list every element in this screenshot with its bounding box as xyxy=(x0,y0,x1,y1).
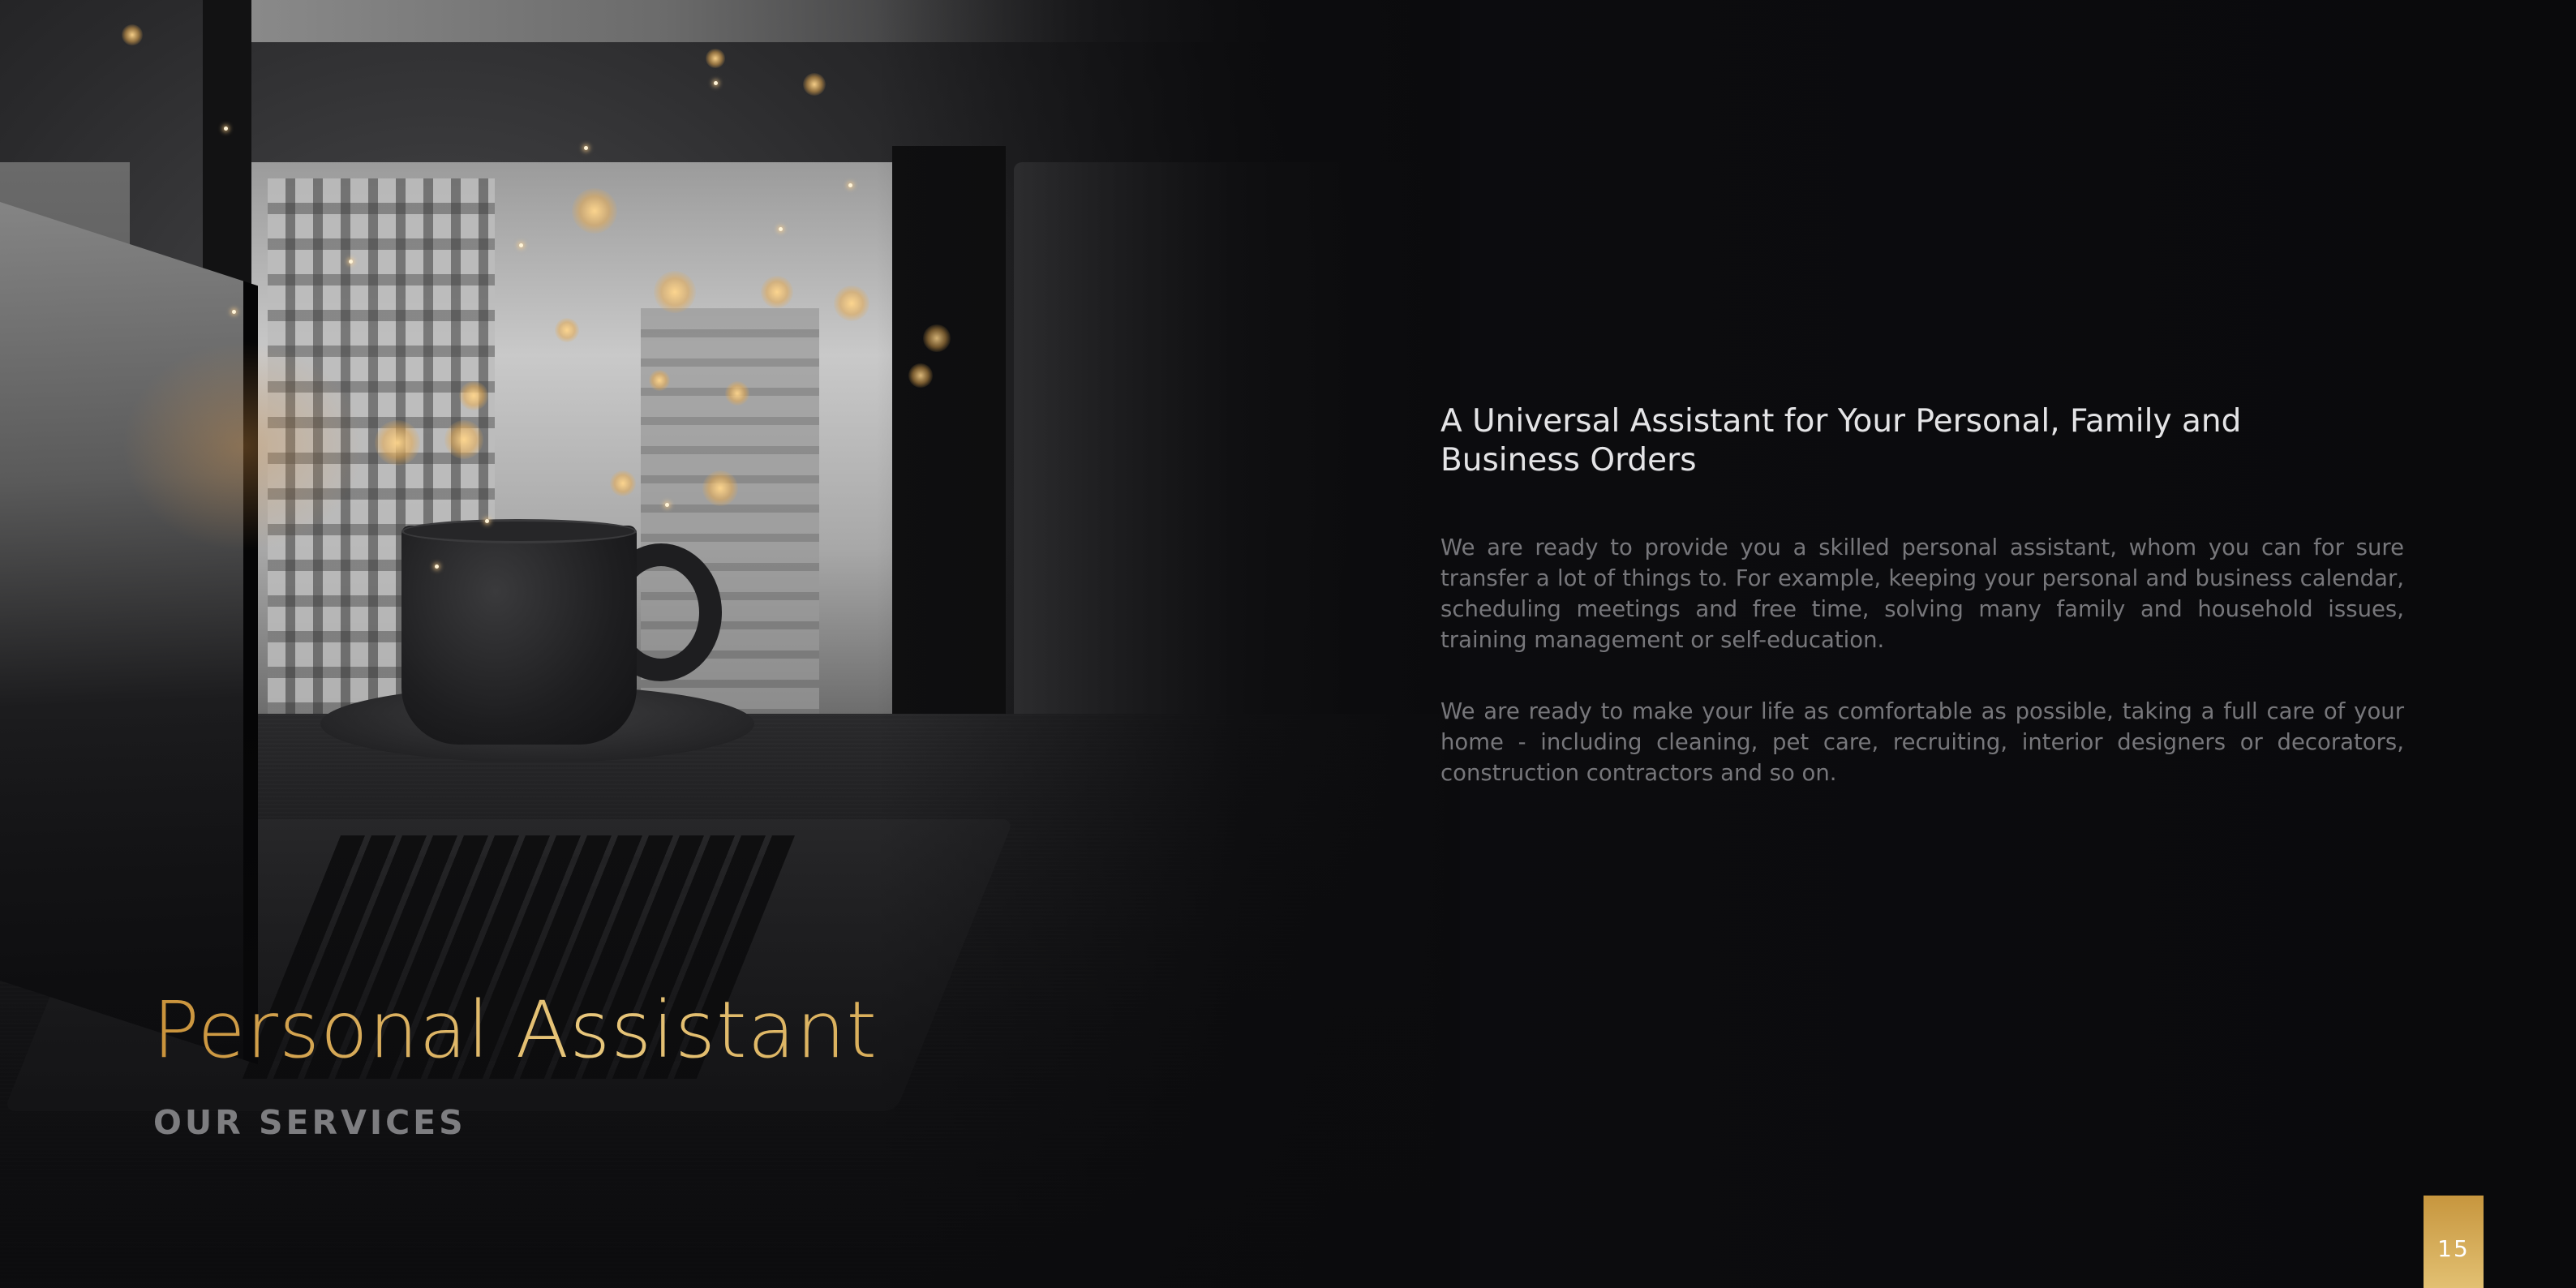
photo-fade-bottom xyxy=(0,0,1460,1288)
content-column: A Universal Assistant for Your Personal,… xyxy=(1440,402,2404,829)
paragraph-1: We are ready to provide you a skilled pe… xyxy=(1440,535,2404,653)
page-number-badge: 15 xyxy=(2424,1196,2484,1288)
paragraph-2: We are ready to make your life as comfor… xyxy=(1440,698,2404,786)
page-number: 15 xyxy=(2437,1234,2470,1262)
page-title: Personal Assistant xyxy=(152,985,878,1075)
section-label: OUR SERVICES xyxy=(153,1103,466,1142)
brochure-page: Personal Assistant OUR SERVICES A Univer… xyxy=(0,0,2576,1288)
content-heading: A Universal Assistant for Your Personal,… xyxy=(1440,403,2242,479)
laptop-coffee-photo xyxy=(0,0,1460,1288)
